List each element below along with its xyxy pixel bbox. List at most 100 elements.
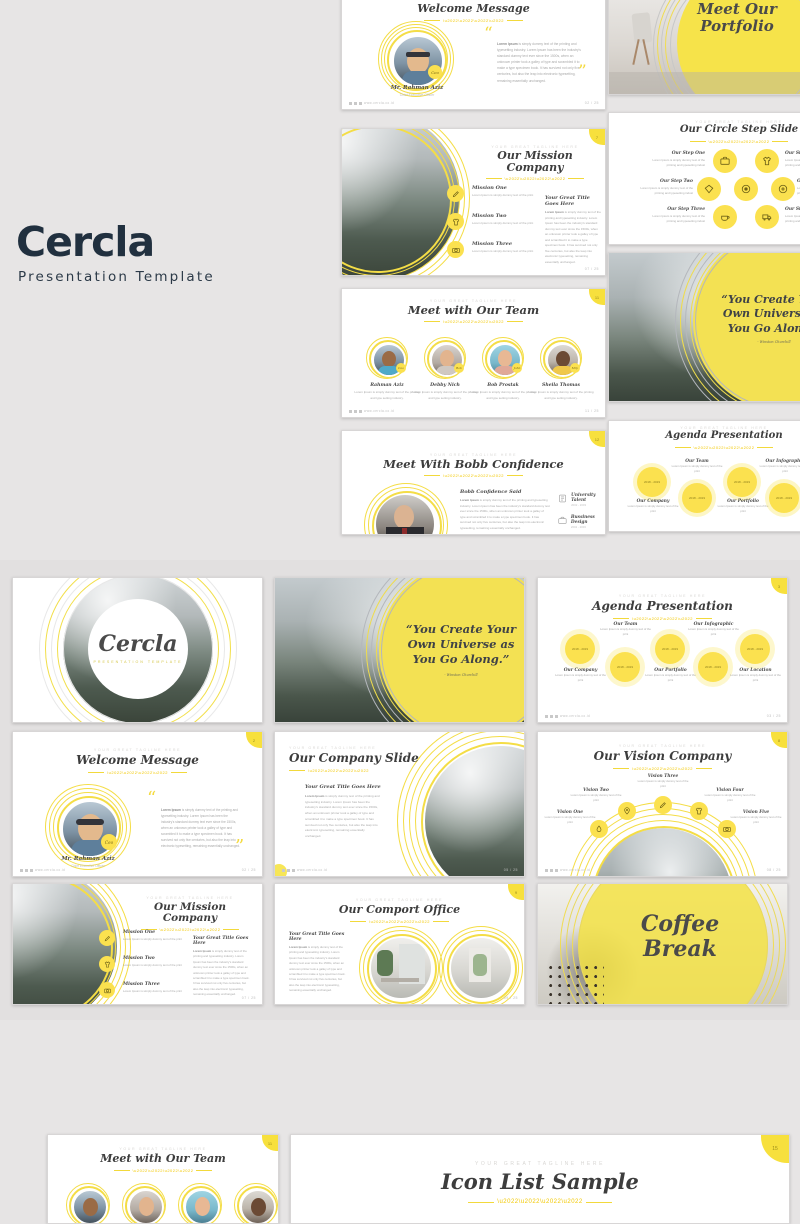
agenda-dot-2[interactable]: 2018 - 2019 xyxy=(682,483,712,513)
slide-cover[interactable]: Cercla PRESENTATION TEMPLATE xyxy=(12,577,263,723)
slide-meet-with-bobb-confidence[interactable]: YOUR GREAT TAGLINE HERE Meet With Bobb C… xyxy=(341,430,606,535)
agenda-label-5: Our Location Lorem Ipsum is simply dummy… xyxy=(730,668,781,683)
page-number: 11 / 25 xyxy=(585,409,599,413)
page-number: 07 / 25 xyxy=(584,267,599,271)
avatar xyxy=(128,1189,164,1223)
slide-tagline: YOUR GREAT TAGLINE HERE xyxy=(119,1147,207,1151)
slide-title: Agenda Presentation xyxy=(592,599,733,613)
corner-flag: 3 xyxy=(771,578,787,594)
mission-body-block: Your Great Title Goes Here Lorem Ipsum i… xyxy=(545,195,601,264)
poster-canvas: Cercla Presentation Template Welcome Mes… xyxy=(0,0,800,1224)
agenda-dot-3[interactable]: 2018 - 2019 xyxy=(655,634,685,664)
step-block-three: Our Step Three Lorem Ipsum is simply dum… xyxy=(652,207,705,224)
avatar xyxy=(240,1189,276,1223)
mission-block-one: Mission One Lorem Ipsum is simply dummy … xyxy=(472,185,534,197)
office-photo-2 xyxy=(451,938,511,998)
slide-tagline: YOUR GREAT TAGLINE HERE xyxy=(93,748,182,752)
quote-line-3: You Go Along.” xyxy=(412,652,510,667)
step-icon-coffee[interactable] xyxy=(713,205,737,229)
slide-tagline: YOUR GREAT TAGLINE HERE xyxy=(289,746,377,750)
agenda-label-3: Our Portfolio Lorem Ipsum is simply dumm… xyxy=(645,668,696,683)
step-block-four: Our Step Four Lorem Ipsum is simply dumm… xyxy=(785,151,800,168)
step-icon-truck[interactable] xyxy=(755,205,779,229)
person-photo xyxy=(376,495,434,534)
step-icon-diamond[interactable] xyxy=(697,177,721,201)
slide-tagline: YOUR GREAT TAGLINE HERE xyxy=(146,896,234,900)
slide-our-mission-company-top[interactable]: YOUR GREAT TAGLINE HERE Our Mission Comp… xyxy=(341,128,606,276)
company-body: Your Great Title Goes Here Lorem Ipsum i… xyxy=(305,784,381,839)
slide-welcome-message[interactable]: YOUR GREAT TAGLINE HERE Welcome Message … xyxy=(12,731,263,877)
slide-our-vision-company[interactable]: YOUR GREAT TAGLINE HERE Our Vision Compa… xyxy=(537,731,788,877)
avatar xyxy=(72,1189,108,1223)
slide-agenda-top[interactable]: YOUR GREAT TAGLINE HERE Agenda Presentat… xyxy=(608,420,800,532)
forest-photo xyxy=(425,746,524,876)
slide-tagline: YOUR GREAT TAGLINE HERE xyxy=(475,1161,605,1167)
agenda-dot-1[interactable]: 2018 - 2019 xyxy=(637,467,667,497)
quote-close-icon: ” xyxy=(235,836,245,857)
slide-tagline: YOUR GREAT TAGLINE HERE xyxy=(618,744,707,748)
corner-flag: 15 xyxy=(761,1135,789,1163)
step-icon-briefcase[interactable] xyxy=(713,149,737,173)
slide-meet-with-our-team-top[interactable]: YOUR GREAT TAGLINE HERE Meet with Our Te… xyxy=(341,288,606,418)
agenda-dot-5[interactable]: 2018 - 2019 xyxy=(740,634,770,664)
slide-title-line1: Meet Our xyxy=(697,0,777,18)
agenda-label-1: Our Company Lorem Ipsum is simply dummy … xyxy=(555,668,606,683)
slide-title: Meet with Our Team xyxy=(407,303,540,317)
vision-label-three: Vision Three Lorem Ipsum is simply dummy… xyxy=(637,774,689,789)
agenda-dot-4[interactable]: 2018 - 2019 xyxy=(698,652,728,682)
mission-icon-pen[interactable] xyxy=(99,930,115,946)
slide-our-mission-company[interactable]: YOUR GREAT TAGLINE HERE Our Mission Comp… xyxy=(12,883,263,1005)
step-icon-shirt[interactable] xyxy=(755,149,779,173)
brand-footer: www.cercla.co.id xyxy=(349,101,394,105)
page-number: 02 / 25 xyxy=(584,101,599,105)
feature-bussiness-design: Bussiness Design 2002 - 2003 xyxy=(558,515,605,529)
mission-block-two: Mission Two Lorem Ipsum is simply dummy … xyxy=(472,213,534,225)
slide-icon-list-sample[interactable]: YOUR GREAT TAGLINE HERE Icon List Sample… xyxy=(290,1134,790,1224)
vision-icon-pin[interactable] xyxy=(618,802,636,820)
slide-quote-top[interactable]: “You Create Your Own Universe as You Go … xyxy=(608,252,800,402)
slide-title: Welcome Message xyxy=(76,753,199,767)
mission-icon-camera[interactable] xyxy=(447,241,464,258)
mission-icon-shirt[interactable] xyxy=(447,213,464,230)
vision-icon-pen[interactable] xyxy=(654,796,672,814)
agenda-dot-2[interactable]: 2018 - 2019 xyxy=(610,652,640,682)
step-icon-record[interactable] xyxy=(771,177,795,201)
slide-title: Agenda Presentation xyxy=(665,430,783,441)
agenda-dot-3[interactable]: 2018 - 2019 xyxy=(727,467,757,497)
vision-label-four: Vision Four Lorem Ipsum is simply dummy … xyxy=(704,788,756,803)
avatar xyxy=(392,35,444,87)
agenda-label-4: Our Infographic Lorem Ipsum is simply du… xyxy=(688,622,739,637)
slide-welcome-message-top[interactable]: Welcome Message \u2022\u2022\u2022\u2022… xyxy=(341,0,606,110)
page-number: 07 / 25 xyxy=(241,996,256,1000)
step-block-one: Our Step One Lorem Ipsum is simply dummy… xyxy=(652,151,705,168)
mission-icon-pen[interactable] xyxy=(447,185,464,202)
slide-title: Meet With Bobb Confidence xyxy=(383,457,564,471)
quote-text: Lorem Ipsum is simply dummy text of the … xyxy=(161,808,241,848)
slide-our-circle-step[interactable]: YOUR GREAT TAGLINE HERE Our Circle Step … xyxy=(608,112,800,245)
slide-our-company[interactable]: YOUR GREAT TAGLINE HERE Our Company Slid… xyxy=(274,731,525,877)
slide-title: Welcome Message xyxy=(417,2,530,15)
vision-label-one: Vision One Lorem Ipsum is simply dummy t… xyxy=(544,810,596,825)
slide-coffee-break[interactable]: Coffee Break xyxy=(537,883,788,1005)
corner-flag: 7 xyxy=(589,129,605,145)
step-block-six: Our Step Six Lorem Ipsum is simply dummy… xyxy=(785,207,800,224)
mission-icon-camera[interactable] xyxy=(99,982,115,998)
quote-line-1: “You Create Your xyxy=(721,293,800,306)
agenda-dot-1[interactable]: 2018 - 2019 xyxy=(565,634,595,664)
page-number: 05 / 25 xyxy=(503,868,518,872)
slide-quote[interactable]: “You Create Your Own Universe as You Go … xyxy=(274,577,525,723)
mission-body-block: Your Great Title Goes Here Lorem Ipsum i… xyxy=(193,936,250,996)
slide-title: Our Circle Step Slide xyxy=(679,124,799,135)
slide-agenda[interactable]: YOUR GREAT TAGLINE HERE Agenda Presentat… xyxy=(537,577,788,723)
feature-university-talent: University Talent 2002 - 2003 xyxy=(558,493,605,507)
slide-our-comport-office[interactable]: YOUR GREAT TAGLINE HERE Our Comport Offi… xyxy=(274,883,525,1005)
slide-meet-our-portfolio[interactable]: Meet Our Portfolio xyxy=(608,0,800,95)
step-icon-target[interactable] xyxy=(734,177,758,201)
step-block-two: Our Step Two Lorem Ipsum is simply dummy… xyxy=(640,179,693,196)
agenda-dot-4[interactable]: 2018 - 2019 xyxy=(769,483,799,513)
slide-meet-with-our-team-bottom[interactable]: YOUR GREAT TAGLINE HERE Meet with Our Te… xyxy=(47,1134,279,1224)
mission-icon-shirt[interactable] xyxy=(99,956,115,972)
office-photo-1 xyxy=(371,938,431,998)
vision-icon-shirt[interactable] xyxy=(690,802,708,820)
member-badge: John xyxy=(512,363,522,373)
